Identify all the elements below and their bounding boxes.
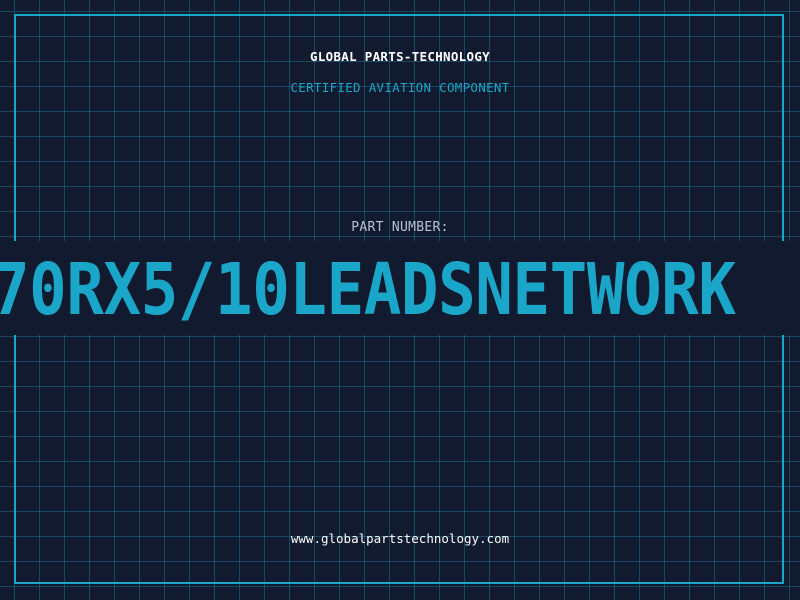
part-number-band: 70RX5/10LEADSNETWORK — [0, 241, 800, 335]
part-number-value: 70RX5/10LEADSNETWORK — [0, 248, 736, 331]
website-url: www.globalpartstechnology.com — [290, 531, 510, 546]
company-name: GLOBAL PARTS-TECHNOLOGY — [310, 49, 490, 64]
certificate-canvas: GLOBAL PARTS-TECHNOLOGY CERTIFIED AVIATI… — [0, 0, 800, 600]
certificate-subtitle: CERTIFIED AVIATION COMPONENT — [290, 80, 510, 95]
part-number-label: PART NUMBER: — [351, 220, 449, 235]
